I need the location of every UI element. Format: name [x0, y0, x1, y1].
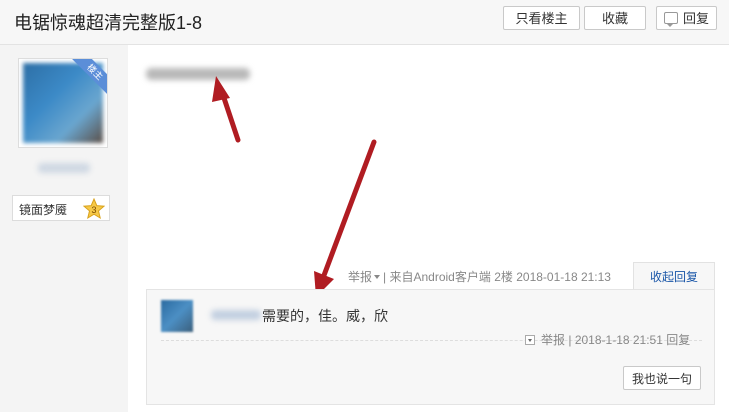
level-name: 镜面梦魇 — [19, 203, 68, 217]
post-time: 2018-01-18 21:13 — [516, 270, 611, 284]
level-badge[interactable]: 镜面梦魇 3 — [12, 195, 110, 221]
reply-avatar[interactable] — [161, 300, 193, 332]
post-meta: 举报 | 来自Android客户端 2楼 2018-01-18 21:13 — [348, 270, 611, 284]
level-number: 3 — [91, 205, 96, 215]
dropdown-icon[interactable] — [525, 335, 535, 345]
reply-text: 需要的，佳。威，欣 — [262, 308, 388, 324]
reply-time: 2018-1-18 21:51 — [574, 333, 663, 347]
level-star-icon: 3 — [83, 198, 105, 220]
only-op-button[interactable]: 只看楼主 — [503, 6, 580, 30]
reply-button-label: 回复 — [682, 11, 709, 26]
author-name-blurred[interactable] — [38, 163, 90, 173]
reply-button[interactable]: 回复 — [656, 6, 717, 30]
thread-header: 电锯惊魂超清完整版1-8 只看楼主 收藏 回复 — [0, 0, 729, 45]
reply-meta: 举报 | 2018-1-18 21:51 回复 — [525, 331, 690, 348]
post-source: 来自Android客户端 — [389, 270, 491, 284]
comment-icon — [663, 12, 678, 27]
author-avatar[interactable]: 楼主 — [18, 58, 108, 148]
arrow-1 — [212, 76, 241, 143]
thread-title: 电锯惊魂超清完整版1-8 — [14, 13, 203, 33]
post-username-blurred — [146, 68, 250, 80]
say-something-button[interactable]: 我也说一句 — [623, 366, 701, 390]
collapse-replies-tab[interactable]: 收起回复 — [633, 262, 715, 290]
author-sidebar: 楼主 镜面梦魇 3 — [0, 45, 128, 412]
reply-reply-link[interactable]: 回复 — [666, 333, 690, 347]
report-link[interactable]: 举报 — [348, 270, 372, 284]
report-caret-icon[interactable] — [374, 275, 381, 279]
reply-report-link[interactable]: 举报 — [541, 333, 565, 347]
post-floor: 2楼 — [494, 270, 513, 284]
favorite-button[interactable]: 收藏 — [584, 6, 646, 30]
reply-box: 需要的，佳。威，欣 举报 | 2018-1-18 21:51 回复 我也说一句 — [146, 289, 715, 405]
reply-username-blurred[interactable] — [211, 310, 261, 320]
